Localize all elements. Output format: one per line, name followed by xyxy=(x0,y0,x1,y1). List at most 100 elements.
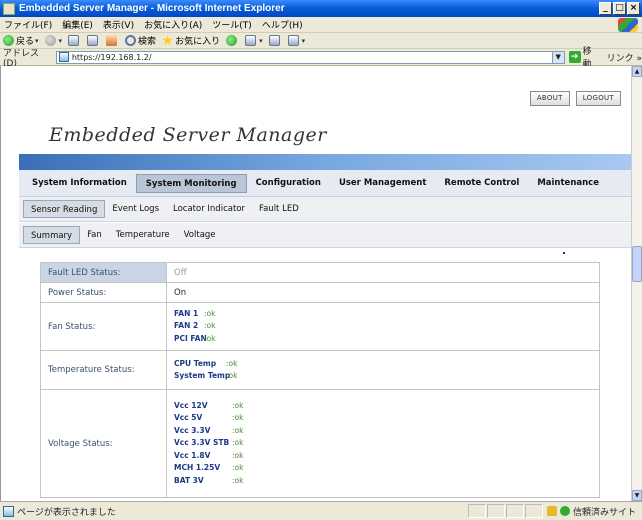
status-cell xyxy=(486,504,505,518)
scroll-up-icon[interactable]: ▲ xyxy=(632,66,642,77)
print-button[interactable] xyxy=(268,35,282,46)
voltage-name: Vcc 12V xyxy=(174,400,208,410)
tab-user-management[interactable]: User Management xyxy=(330,174,435,193)
browser-toolbar: 戻る ▾ ▾ 検索 お気に入り ▾ ▾ xyxy=(0,33,642,49)
ssl-lock-icon[interactable] xyxy=(546,506,557,516)
header-band xyxy=(19,154,631,170)
voltage-state: :ok xyxy=(232,413,244,423)
vertical-scrollbar[interactable]: ▲ ▼ xyxy=(631,66,642,501)
list-item: BAT 3V:ok xyxy=(174,475,592,488)
tab-remote-control[interactable]: Remote Control xyxy=(435,174,528,193)
tab-maintenance[interactable]: Maintenance xyxy=(528,174,608,193)
tab-configuration[interactable]: Configuration xyxy=(247,174,330,193)
about-button[interactable]: ABOUT xyxy=(529,91,570,106)
voltage-state: :ok xyxy=(232,450,244,460)
list-item: Vcc 1.8V:ok xyxy=(174,450,592,463)
mail-dropdown-icon: ▾ xyxy=(259,36,263,45)
power-value: On xyxy=(166,282,600,303)
tab-fault-led[interactable]: Fault LED xyxy=(252,200,306,218)
tab-system-information[interactable]: System Information xyxy=(23,174,136,193)
table-row: Fan Status: FAN 1:ok FAN 2:ok PCI FAN:ok xyxy=(40,302,600,351)
menu-file[interactable]: ファイル(F) xyxy=(4,18,52,31)
close-button[interactable]: × xyxy=(627,2,640,15)
stop-button[interactable] xyxy=(68,35,81,46)
fault-led-label: Fault LED Status: xyxy=(40,262,167,283)
minimize-button[interactable]: _ xyxy=(599,2,612,15)
search-label: 検索 xyxy=(138,37,157,47)
sub-nav: Sensor Reading Event Logs Locator Indica… xyxy=(19,197,631,222)
refresh-button[interactable] xyxy=(87,35,100,46)
address-bar: アドレス(D) https://192.168.1.2/ ▼ ➔ 移動 リンク … xyxy=(0,47,642,70)
go-arrow-icon: ➔ xyxy=(568,51,581,63)
menu-favorites[interactable]: お気に入り(A) xyxy=(144,18,202,31)
trusted-zone-icon xyxy=(559,506,570,516)
search-icon xyxy=(125,35,137,46)
fan-state: :ok xyxy=(204,333,216,343)
windows-logo-icon xyxy=(618,18,638,32)
favorites-star-icon xyxy=(162,35,173,46)
tab-locator-indicator[interactable]: Locator Indicator xyxy=(166,200,252,218)
address-dropdown-icon[interactable]: ▼ xyxy=(551,51,564,63)
home-button[interactable] xyxy=(106,35,119,46)
list-item: Vcc 12V:ok xyxy=(174,400,592,413)
tab-system-monitoring[interactable]: System Monitoring xyxy=(135,173,247,193)
stray-dot xyxy=(563,252,565,254)
media-icon xyxy=(226,35,238,46)
temp-state: :ok xyxy=(226,371,238,380)
voltage-name: MCH 1.25V xyxy=(174,463,221,473)
forward-button[interactable]: ▾ xyxy=(44,35,62,46)
power-label: Power Status: xyxy=(40,282,167,303)
tab-event-logs[interactable]: Event Logs xyxy=(105,200,166,218)
edit-button[interactable]: ▾ xyxy=(287,35,305,46)
address-input[interactable]: https://192.168.1.2/ ▼ xyxy=(55,50,565,64)
voltage-state: :ok xyxy=(232,475,244,485)
favorites-label: お気に入り xyxy=(175,37,221,47)
tab-temperature[interactable]: Temperature xyxy=(109,226,177,244)
temperature-values: CPU Temp:ok System Temp:ok xyxy=(166,350,600,390)
tab-sensor-reading[interactable]: Sensor Reading xyxy=(23,200,106,218)
refresh-icon xyxy=(87,35,99,46)
status-cell xyxy=(524,504,543,518)
fan-name: FAN 1 xyxy=(174,308,199,318)
voltage-state: :ok xyxy=(232,438,244,448)
window-title: Embedded Server Manager - Microsoft Inte… xyxy=(19,3,285,14)
table-row: Temperature Status: CPU Temp:ok System T… xyxy=(40,350,600,390)
table-row: Power Status: On xyxy=(40,282,600,303)
mail-button[interactable]: ▾ xyxy=(245,35,263,46)
sensor-sub-nav: Summary Fan Temperature Voltage xyxy=(19,223,631,248)
logout-button[interactable]: LOGOUT xyxy=(575,91,621,106)
scroll-thumb[interactable] xyxy=(632,246,642,282)
favorites-button[interactable]: お気に入り xyxy=(162,34,220,47)
voltage-label: Voltage Status: xyxy=(40,389,167,498)
menu-view[interactable]: 表示(V) xyxy=(103,18,134,31)
maximize-button[interactable]: □ xyxy=(613,2,626,15)
scroll-down-icon[interactable]: ▼ xyxy=(632,490,642,501)
search-button[interactable]: 検索 xyxy=(125,34,156,47)
menu-help[interactable]: ヘルプ(H) xyxy=(262,18,303,31)
tab-voltage[interactable]: Voltage xyxy=(177,226,223,244)
links-toolbar[interactable]: リンク » xyxy=(607,51,642,64)
fan-name: FAN 2 xyxy=(174,321,199,331)
menu-tools[interactable]: ツール(T) xyxy=(212,18,252,31)
list-item: CPU Temp :ok xyxy=(174,358,592,371)
address-url[interactable]: https://192.168.1.2/ xyxy=(72,53,552,62)
temp-name: CPU Temp xyxy=(174,358,217,368)
temp-name: System Temp xyxy=(174,371,231,380)
fan-state: :ok xyxy=(204,308,216,318)
fan-name: PCI FAN xyxy=(174,333,207,343)
window-controls: _ □ × xyxy=(599,2,640,15)
temp-state: :ok xyxy=(226,358,238,368)
fan-state: :ok xyxy=(204,321,216,331)
tab-fan[interactable]: Fan xyxy=(80,226,109,244)
status-cell xyxy=(505,504,524,518)
fault-led-value: Off xyxy=(166,262,600,283)
stop-icon xyxy=(68,35,80,46)
menu-edit[interactable]: 編集(E) xyxy=(62,18,93,31)
window-titlebar[interactable]: Embedded Server Manager - Microsoft Inte… xyxy=(0,0,642,17)
security-zone[interactable]: 信頼済みサイト xyxy=(573,505,636,518)
tab-summary[interactable]: Summary xyxy=(23,226,81,244)
media-button[interactable] xyxy=(226,35,239,46)
status-message: ページが表示されました xyxy=(17,507,116,518)
page-icon xyxy=(58,52,69,62)
status-cell xyxy=(467,504,486,518)
